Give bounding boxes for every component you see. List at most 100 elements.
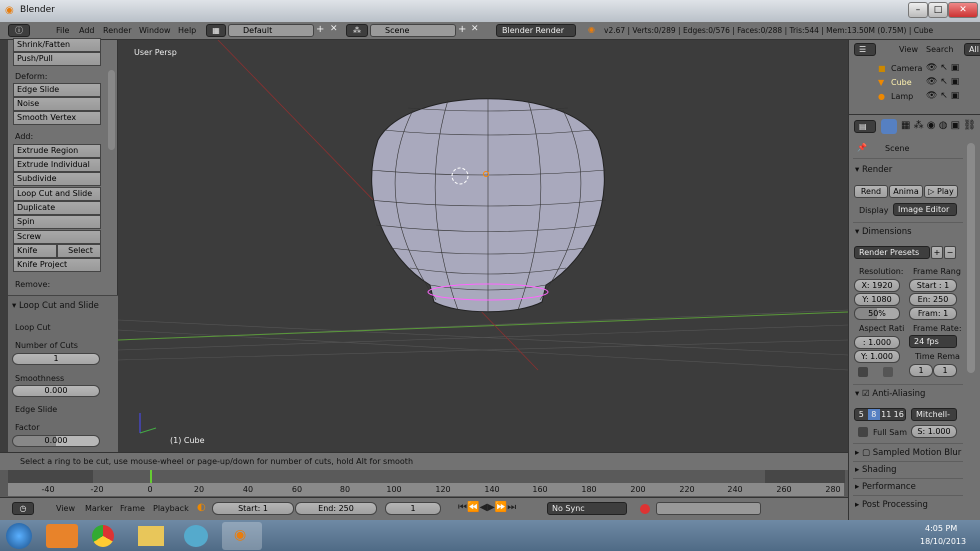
resolution-percent-slider[interactable]: 50% <box>854 307 900 320</box>
smooth-vertex-button[interactable]: Smooth Vertex <box>13 111 101 125</box>
editor-type-info-icon[interactable]: ⓘ <box>8 24 30 37</box>
frame-ruler[interactable]: -40 -20 0 20 40 60 80 100 120 140 160 18… <box>8 483 844 496</box>
number-of-cuts-field[interactable]: 1 <box>12 353 100 365</box>
menu-file[interactable]: File <box>56 26 69 35</box>
outliner-view-menu[interactable]: View <box>899 45 918 54</box>
aa-filter-select[interactable]: Mitchell- <box>911 408 957 421</box>
frame-rate-select[interactable]: 24 fps <box>909 335 957 348</box>
full-sample-checkbox[interactable] <box>858 427 868 437</box>
extrude-individual-button[interactable]: Extrude Individual <box>13 158 101 172</box>
play-button[interactable]: ▷ Play <box>924 185 958 198</box>
aa-sample-11[interactable]: 11 <box>880 409 893 420</box>
properties-scrollbar[interactable] <box>967 143 975 373</box>
record-icon[interactable] <box>640 504 650 514</box>
render-animation-button[interactable]: Anima <box>889 185 923 198</box>
sync-select[interactable]: No Sync <box>547 502 627 515</box>
timeline-menu-playback[interactable]: Playback <box>153 504 189 513</box>
remove-scene-icon[interactable]: ✕ <box>471 24 479 34</box>
resolution-x-field[interactable]: X: 1920 <box>854 279 900 292</box>
current-frame-indicator[interactable] <box>150 470 152 483</box>
toolshelf-scrollbar[interactable] <box>108 70 115 150</box>
factor-slider[interactable]: 0.000 <box>12 435 100 447</box>
start-button[interactable] <box>6 523 32 549</box>
duplicate-button[interactable]: Duplicate <box>13 201 101 215</box>
preview-range-icon[interactable]: ◐ <box>197 502 206 513</box>
scene-icon[interactable]: ⁂ <box>346 24 368 37</box>
remove-layout-icon[interactable]: ✕ <box>330 24 338 34</box>
keying-set-field[interactable] <box>656 502 761 515</box>
properties-tabs-icons[interactable]: ▦ ⁂ ◉ ◍ ▣ ⛓ <box>901 120 976 131</box>
sampled-motion-blur-section[interactable]: ▸ ▢ Sampled Motion Blur <box>855 448 961 458</box>
minimize-button[interactable]: – <box>908 2 928 18</box>
current-frame-field[interactable]: 1 <box>385 502 441 515</box>
end-frame-field[interactable]: En: 250 <box>909 293 957 306</box>
filter-size-field[interactable]: S: 1.000 <box>911 425 957 438</box>
3d-viewport[interactable]: User Persp (1) Cube <box>118 40 848 452</box>
chrome-icon[interactable] <box>92 525 114 547</box>
shading-section[interactable]: ▸ Shading <box>855 465 897 475</box>
menu-add[interactable]: Add <box>79 26 95 35</box>
anti-aliasing-section[interactable]: ▾ ☑ Anti-Aliasing <box>855 389 925 399</box>
outliner-filter[interactable]: All <box>964 43 980 56</box>
add-preset-icon[interactable]: + <box>931 246 943 259</box>
visibility-eye-icon[interactable]: 👁 ↖ ▣ <box>926 63 959 73</box>
loop-cut-slide-button[interactable]: Loop Cut and Slide <box>13 187 101 201</box>
properties-type-icon[interactable]: ▤ <box>854 120 876 133</box>
outliner-search-menu[interactable]: Search <box>926 45 953 54</box>
visibility-eye-icon[interactable]: 👁 ↖ ▣ <box>926 77 959 87</box>
border-checkbox[interactable] <box>858 367 868 377</box>
render-image-button[interactable]: Rend <box>854 185 888 198</box>
add-scene-icon[interactable]: + <box>458 24 466 35</box>
maximize-button[interactable]: □ <box>928 2 948 18</box>
media-player-icon[interactable] <box>46 524 78 548</box>
extrude-region-button[interactable]: Extrude Region <box>13 144 101 158</box>
resolution-y-field[interactable]: Y: 1080 <box>854 293 900 306</box>
noise-button[interactable]: Noise <box>13 97 101 111</box>
dimensions-section[interactable]: ▾ Dimensions <box>855 227 912 237</box>
subdivide-button[interactable]: Subdivide <box>13 172 101 186</box>
layout-icon[interactable]: ▦ <box>206 24 226 37</box>
outliner-item-lamp[interactable]: Lamp <box>891 92 913 101</box>
frame-step-field[interactable]: Fram: 1 <box>909 307 957 320</box>
timeline-menu-view[interactable]: View <box>56 504 75 513</box>
timeline-editor-type-icon[interactable]: ◷ <box>12 502 34 515</box>
menu-window[interactable]: Window <box>139 26 171 35</box>
aa-sample-5[interactable]: 5 <box>855 409 868 420</box>
render-engine-select[interactable]: Blender Render <box>496 24 576 37</box>
outliner-type-icon[interactable]: ☰ <box>854 43 876 56</box>
smoothness-field[interactable]: 0.000 <box>12 385 100 397</box>
blender-taskbar-button[interactable]: ◉ <box>222 522 262 550</box>
close-button[interactable]: ✕ <box>948 2 978 18</box>
remove-preset-icon[interactable]: − <box>944 246 956 259</box>
playback-controls-icon[interactable]: ⏮⏪◀▶⏩⏭ <box>458 502 516 513</box>
scene-field[interactable]: Scene <box>370 24 456 37</box>
push-pull-button[interactable]: Push/Pull <box>13 52 101 66</box>
render-section[interactable]: ▾ Render <box>855 165 892 175</box>
post-processing-section[interactable]: ▸ Post Processing <box>855 500 928 510</box>
outliner-item-cube[interactable]: Cube <box>891 78 912 87</box>
edge-slide-button[interactable]: Edge Slide <box>13 83 101 97</box>
knife-project-button[interactable]: Knife Project <box>13 258 101 272</box>
aspect-x-field[interactable]: : 1.000 <box>854 336 900 349</box>
knife-button[interactable]: Knife <box>13 244 57 258</box>
time-remap-new-field[interactable]: 1 <box>933 364 957 377</box>
timeline-menu-frame[interactable]: Frame <box>120 504 145 513</box>
timeline-menu-marker[interactable]: Marker <box>85 504 113 513</box>
add-layout-icon[interactable]: + <box>316 24 324 35</box>
visibility-eye-icon[interactable]: 👁 ↖ ▣ <box>926 91 959 101</box>
paint-icon[interactable] <box>184 525 208 547</box>
performance-section[interactable]: ▸ Performance <box>855 482 916 492</box>
operator-title[interactable]: ▾ Loop Cut and Slide <box>12 301 99 311</box>
shrink-fatten-button[interactable]: Shrink/Fatten <box>13 38 101 52</box>
menu-render[interactable]: Render <box>103 26 131 35</box>
end-frame-field[interactable]: End: 250 <box>295 502 377 515</box>
start-frame-field[interactable]: Start : 1 <box>909 279 957 292</box>
start-frame-field[interactable]: Start: 1 <box>212 502 294 515</box>
display-select[interactable]: Image Editor <box>893 203 957 216</box>
knife-select-button[interactable]: Select <box>57 244 101 258</box>
screw-button[interactable]: Screw <box>13 230 101 244</box>
render-tab-icon[interactable] <box>881 119 897 134</box>
aa-sample-8[interactable]: 8 <box>867 409 880 420</box>
pin-icon[interactable]: 📌 <box>857 143 867 152</box>
aa-sample-16[interactable]: 16 <box>893 409 906 420</box>
